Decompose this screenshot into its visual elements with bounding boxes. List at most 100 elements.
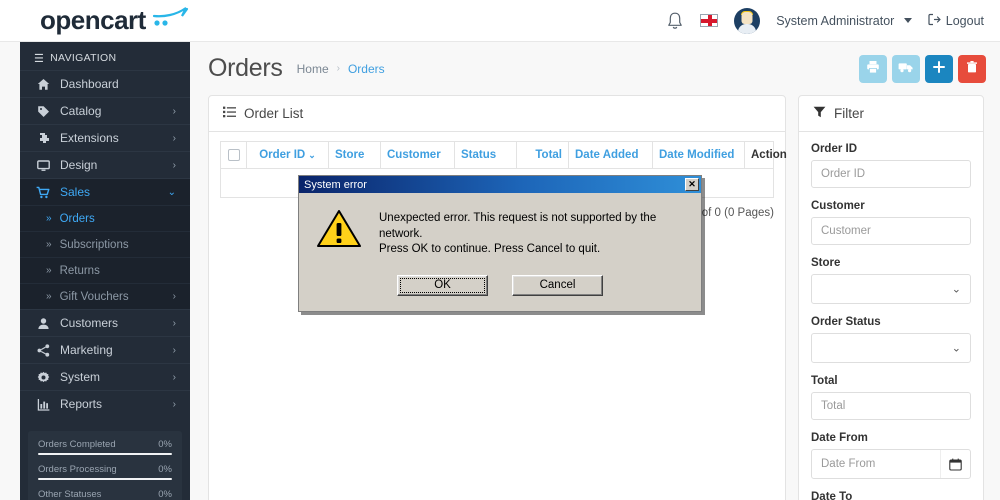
column-date-modified[interactable]: Date Modified [652,140,745,170]
order-list-header: Order List [209,96,785,132]
sidebar-item-label: Catalog [60,104,102,118]
opencart-logo[interactable]: opencart [40,5,190,36]
column-status[interactable]: Status [454,140,517,170]
column-action: Action [744,140,787,170]
dialog-body: Unexpected error. This request is not su… [299,193,701,258]
breadcrumb-separator-icon: › [336,63,340,74]
column-total[interactable]: Total [516,140,569,170]
breadcrumb: Home › Orders [297,62,385,76]
sidebar-item-dashboard[interactable]: Dashboard [20,70,190,97]
delete-button[interactable] [958,54,986,83]
double-chevron-icon: » [46,291,52,302]
select-all-checkbox[interactable] [227,149,240,161]
add-new-button[interactable] [925,54,953,83]
calendar-icon[interactable] [940,450,970,478]
close-icon[interactable]: ✕ [685,178,699,191]
breadcrumb-orders[interactable]: Orders [348,62,385,76]
sidebar-subitem-label: Orders [59,212,95,225]
dialog-title-bar[interactable]: System error ✕ [299,176,701,193]
monitor-icon [34,159,52,172]
sidebar-item-subscriptions[interactable]: » Subscriptions [20,231,190,257]
select-all-header [220,140,247,170]
sidebar-item-reports[interactable]: Reports › [20,390,190,417]
user-menu[interactable]: System Administrator [776,12,912,30]
sidebar-subitem-label: Returns [59,264,100,277]
sidebar-navigation: ☰ NAVIGATION Dashboard Catalog › Extensi… [20,42,190,500]
stat-label: Other Statuses [38,489,102,500]
column-store[interactable]: Store [328,140,381,170]
gear-icon [34,371,52,384]
header-right-cluster: System Administrator Logout [666,7,984,34]
chevron-right-icon: › [172,132,176,144]
sidebar-item-customers[interactable]: Customers › [20,309,190,336]
stat-label: Orders Processing [38,464,117,475]
sidebar-item-label: Extensions [60,131,119,145]
system-error-dialog: System error ✕ Unexpected error. This re… [298,175,702,312]
dialog-message-line2: Press OK to continue. Press Cancel to qu… [379,243,601,256]
language-flag-icon[interactable] [700,14,719,27]
sidebar-item-returns[interactable]: » Returns [20,257,190,283]
plus-icon [932,60,946,77]
sidebar-item-extensions[interactable]: Extensions › [20,124,190,151]
stat-orders-completed: Orders Completed 0% [38,439,172,450]
print-shipping-list-button[interactable] [892,54,920,83]
sidebar-stats-panel: Orders Completed 0% Orders Processing 0%… [28,431,182,500]
logout-label: Logout [945,13,984,28]
sidebar-item-orders[interactable]: » Orders [20,205,190,231]
home-icon [34,78,52,91]
filter-order-status-label: Order Status [811,316,881,328]
ok-button[interactable]: OK [397,274,488,296]
sort-caret-icon: ⌄ [308,150,316,161]
filter-order-id-label: Order ID [811,143,858,155]
orders-table-header-row: Order ID ⌄ Store Customer Status Total Da… [220,140,787,170]
filter-header: Filter [799,96,983,132]
sidebar-item-system[interactable]: System › [20,363,190,390]
chevron-right-icon: › [172,105,176,117]
filter-total[interactable]: Total [811,392,971,420]
navigation-title: ☰ NAVIGATION [20,46,190,70]
cart-icon [34,186,52,199]
filter-date-to-label: Date To [811,491,853,500]
print-invoice-button[interactable] [859,54,887,83]
share-icon [34,343,52,357]
sidebar-item-sales[interactable]: Sales ⌄ [20,178,190,205]
double-chevron-icon: » [46,213,52,224]
page-header: Orders Home › Orders [190,42,1000,95]
sidebar-subitem-label: Gift Vouchers [59,290,129,303]
notification-bell-icon[interactable] [666,11,684,31]
filter-customer[interactable]: Customer [811,217,971,245]
filter-store-label: Store [811,257,841,269]
chevron-down-icon [903,17,912,23]
filter-date-from-label: Date From [811,432,868,444]
filter-order-status[interactable]: ⌄ [811,333,971,363]
sidebar-item-marketing[interactable]: Marketing › [20,336,190,363]
opencart-admin-screen: opencart System Administrator Logout ☰ N… [0,0,1000,500]
filter-panel: Filter Order ID Order ID Customer Custom… [798,95,984,500]
filter-order-id[interactable]: Order ID [811,160,971,188]
chevron-right-icon: › [172,371,176,383]
breadcrumb-home[interactable]: Home [297,62,329,76]
user-avatar[interactable] [734,7,761,34]
cancel-button[interactable]: Cancel [512,274,603,296]
stat-value: 0% [158,489,172,500]
sidebar-item-design[interactable]: Design › [20,151,190,178]
column-date-added[interactable]: Date Added [568,140,653,170]
filter-store[interactable]: ⌄ [811,274,971,304]
top-header-bar: opencart System Administrator Logout [0,0,1000,42]
column-order-id[interactable]: Order ID ⌄ [246,140,329,170]
stat-progress-bar [38,453,172,455]
filter-date-from-value: Date From [821,458,876,470]
logout-button[interactable]: Logout [928,13,984,29]
stat-progress-bar [38,478,172,480]
sidebar-item-label: Dashboard [60,77,119,91]
chevron-right-icon: › [172,344,176,356]
sidebar-item-label: Reports [60,397,103,411]
sidebar-item-gift-vouchers[interactable]: » Gift Vouchers › [20,283,190,309]
column-customer[interactable]: Customer [380,140,455,170]
chevron-right-icon: › [172,398,176,410]
stat-value: 0% [158,439,172,450]
chevron-down-icon: ⌄ [167,186,176,198]
filter-date-from[interactable]: Date From [811,449,971,479]
sidebar-item-catalog[interactable]: Catalog › [20,97,190,124]
logout-icon [928,13,941,29]
